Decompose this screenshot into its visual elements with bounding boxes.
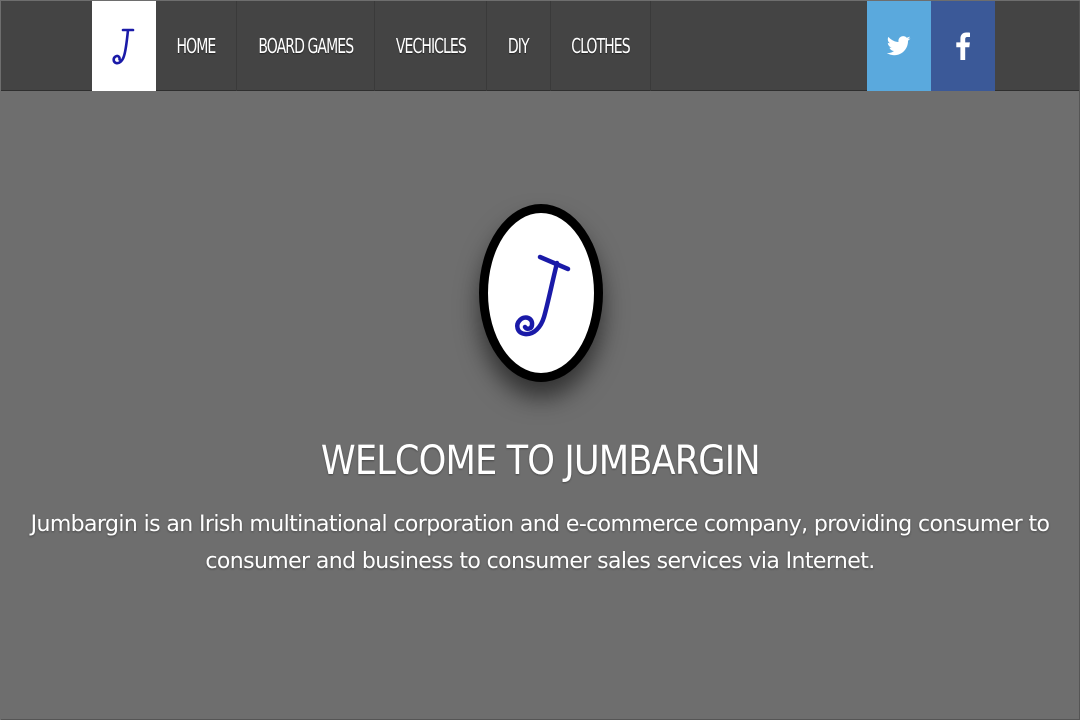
welcome-heading: WELCOME TO JUMBARGIN bbox=[1, 438, 1079, 484]
jumbargin-logo-icon bbox=[112, 28, 135, 65]
jumbargin-emblem-icon bbox=[515, 254, 571, 337]
hero-logo bbox=[479, 204, 603, 382]
twitter-icon bbox=[887, 36, 911, 56]
nav-item-clothes[interactable]: CLOTHES bbox=[551, 1, 651, 91]
nav-item-board-games[interactable]: BOARD GAMES bbox=[237, 1, 375, 91]
nav-item-clothes-label: CLOTHES bbox=[571, 34, 630, 58]
nav-item-vehicles[interactable]: VECHICLES bbox=[375, 1, 487, 91]
twitter-button[interactable] bbox=[867, 1, 931, 91]
welcome-description: Jumbargin is an Irish multinational corp… bbox=[30, 512, 1050, 574]
nav-item-board-games-label: BOARD GAMES bbox=[258, 34, 354, 58]
nav-item-home[interactable]: HOME bbox=[156, 1, 237, 91]
page: HOME BOARD GAMES VECHICLES DIY CLOTHES W… bbox=[1, 1, 1080, 720]
facebook-icon bbox=[956, 32, 970, 60]
brand-logo-link[interactable] bbox=[92, 1, 156, 91]
nav-item-diy-label: DIY bbox=[508, 34, 530, 58]
welcome-heading-text: WELCOME TO JUMBARGIN bbox=[320, 438, 761, 484]
nav-item-vehicles-label: VECHICLES bbox=[395, 34, 467, 58]
facebook-button[interactable] bbox=[931, 1, 995, 91]
nav-item-home-label: HOME bbox=[176, 34, 217, 58]
nav-item-diy[interactable]: DIY bbox=[487, 1, 551, 91]
main-nav: HOME BOARD GAMES VECHICLES DIY CLOTHES bbox=[156, 1, 651, 91]
top-navbar: HOME BOARD GAMES VECHICLES DIY CLOTHES bbox=[1, 1, 1079, 91]
